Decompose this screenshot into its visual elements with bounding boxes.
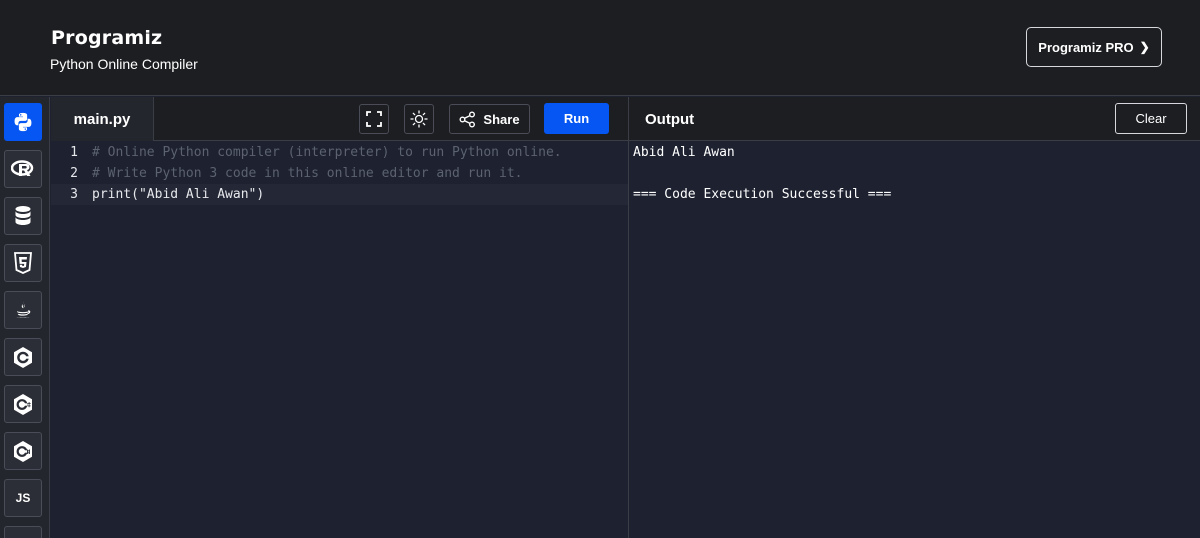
share-icon <box>459 111 476 127</box>
fullscreen-button[interactable] <box>359 104 389 134</box>
top-header: Programiz Python Online Compiler Program… <box>0 0 1200 96</box>
share-label: Share <box>483 111 520 127</box>
code-comment: # Write Python 3 code in this online edi… <box>92 166 523 181</box>
sidebar-item-java[interactable] <box>4 291 42 329</box>
editor-toolbar: main.py Share Run <box>51 97 628 141</box>
brand-name: Programiz <box>51 27 163 49</box>
theme-toggle-button[interactable] <box>404 104 434 134</box>
csharp-lang-icon <box>14 441 32 462</box>
line-number: 2 <box>70 166 78 181</box>
output-line: Abid Ali Awan <box>633 145 735 160</box>
output-toolbar: Output Clear <box>629 97 1200 141</box>
programiz-logo[interactable]: Programiz <box>51 20 162 48</box>
code-comment: # Online Python compiler (interpreter) t… <box>92 145 562 160</box>
code-line: 2 # Write Python 3 code in this online e… <box>51 163 628 184</box>
line-number: 3 <box>70 187 78 202</box>
run-button[interactable]: Run <box>544 103 609 134</box>
code-line: 1 # Online Python compiler (interpreter)… <box>51 142 628 163</box>
python-icon <box>14 112 32 132</box>
pro-button-label: Programiz PRO <box>1038 39 1134 55</box>
sidebar-item-python[interactable] <box>4 103 42 141</box>
sidebar-item-cpp[interactable] <box>4 385 42 423</box>
file-tab-main[interactable]: main.py <box>51 97 154 141</box>
output-line: === Code Execution Successful === <box>633 187 892 202</box>
cpp-lang-icon <box>14 394 32 415</box>
java-icon <box>16 301 31 318</box>
sidebar-item-r[interactable] <box>4 150 42 188</box>
js-icon: JS <box>15 491 31 505</box>
html5-icon <box>14 252 32 274</box>
clear-button[interactable]: Clear <box>1115 103 1187 134</box>
sidebar-item-html[interactable] <box>4 244 42 282</box>
sidebar-item-csharp[interactable] <box>4 432 42 470</box>
chevron-right-icon: ❯ <box>1139 40 1150 54</box>
code-editor[interactable]: 1 # Online Python compiler (interpreter)… <box>51 142 628 538</box>
language-sidebar: JS <box>0 97 50 538</box>
fullscreen-icon <box>366 111 382 127</box>
database-icon <box>15 206 31 225</box>
code-statement: print("Abid Ali Awan") <box>92 187 265 202</box>
sun-icon <box>410 110 428 128</box>
code-line-active: 3 print("Abid Ali Awan") <box>51 184 628 205</box>
sidebar-item-javascript[interactable]: JS <box>4 479 42 517</box>
line-number: 1 <box>70 145 78 160</box>
r-lang-icon <box>11 160 34 176</box>
sidebar-item-c[interactable] <box>4 338 42 376</box>
output-title: Output <box>645 110 695 128</box>
page-subtitle: Python Online Compiler <box>50 56 198 72</box>
share-button[interactable]: Share <box>449 104 530 134</box>
sidebar-item-sql[interactable] <box>4 197 42 235</box>
programiz-pro-button[interactable]: Programiz PRO ❯ <box>1026 27 1162 67</box>
output-console: Abid Ali Awan === Code Execution Success… <box>629 142 1200 538</box>
sidebar-item-more[interactable] <box>4 526 42 538</box>
c-lang-icon <box>14 347 32 368</box>
